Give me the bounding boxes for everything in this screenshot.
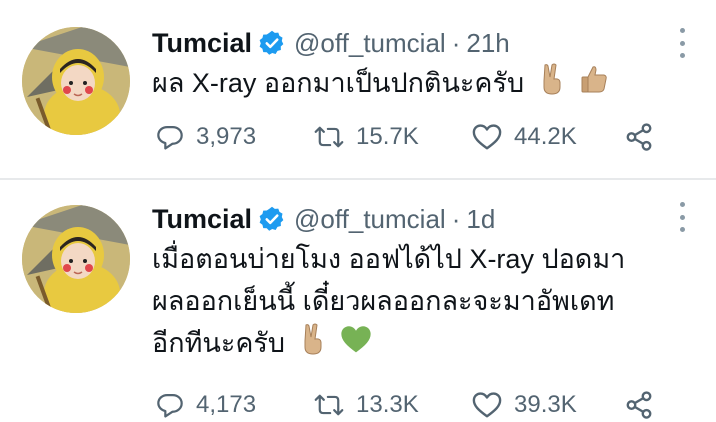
thumbs-up-emoji [579,64,609,106]
retweet-button[interactable]: 13.3K [314,391,472,419]
green-heart-emoji [340,324,372,366]
user-handle[interactable]: @off_tumcial [294,28,446,59]
display-name[interactable]: Tumcial [152,204,252,235]
tweet-text-line: เมื่อตอนบ่ายโมง ออฟได้ไป X-ray ปอดมา [152,244,626,274]
heart-icon [472,124,502,150]
reply-count: 4,173 [196,391,257,418]
share-button[interactable] [624,390,654,420]
reply-button[interactable]: 4,173 [156,391,314,419]
tweet-text-line-with-emoji: อีกทีนะครับ [152,322,625,367]
avatar-image [22,205,130,313]
tweet-header: Tumcial @off_tumcial · 21h [152,26,510,60]
retweet-button[interactable]: 15.7K [314,123,472,151]
reply-count: 3,973 [196,123,257,150]
tweet-text: เมื่อตอนบ่ายโมง ออฟได้ไป X-ray ปอดมา ผลอ… [152,238,625,367]
tweet-actions: 4,173 13.3K 39.3K [156,388,654,422]
separator-dot: · [451,203,461,234]
more-options-icon[interactable] [676,28,688,58]
like-count: 44.2K [514,123,577,150]
victory-hand-emoji [538,63,566,107]
avatar[interactable] [22,27,130,135]
retweet-count: 13.3K [356,391,419,418]
tweet-actions: 3,973 15.7K 44.2K [156,120,654,154]
tweet-header: Tumcial @off_tumcial · 1d [152,202,495,236]
verified-badge-icon [258,29,286,57]
user-handle[interactable]: @off_tumcial [294,204,446,235]
share-button[interactable] [624,122,654,152]
tweet-2[interactable]: Tumcial @off_tumcial · 1d เมื่อตอนบ่ายโม… [0,180,716,420]
reply-icon [157,393,183,418]
like-button[interactable]: 44.2K [472,123,624,151]
tweet-text-line: อีกทีนะครับ [152,328,286,358]
timestamp[interactable]: 21h [466,28,509,59]
tweet-text: ผล X-ray ออกมาเป็นปกตินะครับ [152,62,609,107]
like-button[interactable]: 39.3K [472,391,624,419]
reply-icon [157,125,183,150]
retweet-count: 15.7K [356,123,419,150]
display-name[interactable]: Tumcial [152,28,252,59]
verified-badge-icon [258,205,286,233]
more-options-icon[interactable] [676,202,688,232]
tweet-text-line: ผล X-ray ออกมาเป็นปกตินะครับ [152,68,525,98]
reply-button[interactable]: 3,973 [156,123,314,151]
retweet-icon [314,126,344,148]
avatar[interactable] [22,205,130,313]
tweet-1[interactable]: Tumcial @off_tumcial · 21h ผล X-ray ออกม… [0,0,716,178]
heart-icon [472,392,502,418]
tweet-text-line: ผลออกเย็นนี้ เดี๋ยวผลออกละจะมาอัพเดท [152,286,615,316]
retweet-icon [314,394,344,416]
avatar-image [22,27,130,135]
share-icon [626,123,652,151]
separator-dot: · [451,27,461,58]
share-icon [626,391,652,419]
victory-hand-emoji [299,323,327,367]
timestamp[interactable]: 1d [466,204,495,235]
like-count: 39.3K [514,391,577,418]
